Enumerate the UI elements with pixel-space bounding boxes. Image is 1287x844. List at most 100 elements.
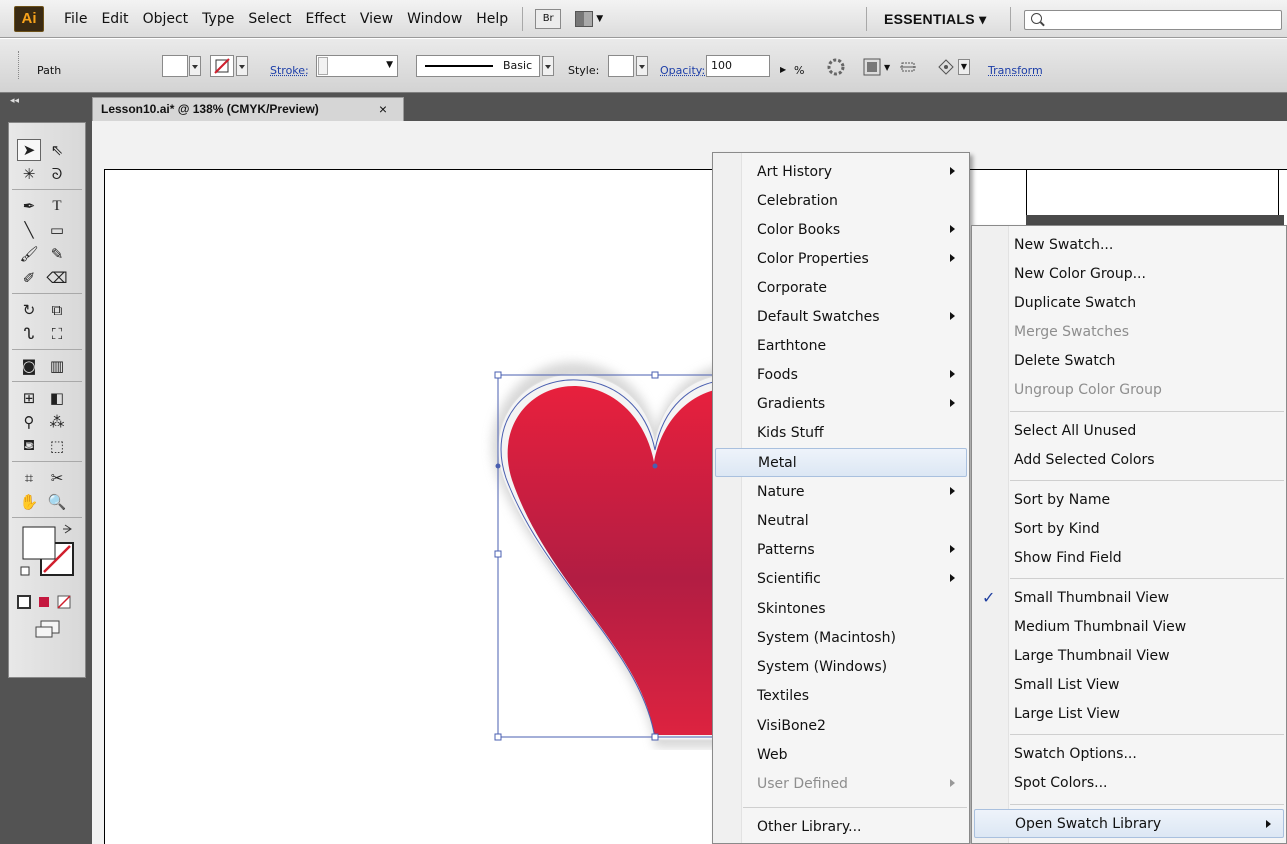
swatches-menu-small-list-view[interactable]: Small List View bbox=[974, 670, 1284, 699]
isolate-dropdown[interactable]: ▼ bbox=[958, 59, 970, 75]
bridge-button[interactable]: Br bbox=[535, 8, 562, 29]
library-item-default-swatches[interactable]: Default Swatches bbox=[715, 302, 967, 331]
rectangle-tool-icon[interactable]: ▭ bbox=[45, 219, 69, 241]
align-icon[interactable] bbox=[862, 57, 882, 77]
direct-selection-tool-icon[interactable]: ⇖ bbox=[45, 139, 69, 161]
help-search-input[interactable] bbox=[1024, 10, 1282, 30]
paintbrush-tool-icon[interactable]: 🖌 bbox=[17, 243, 41, 265]
library-item-visibone2[interactable]: VisiBone2 bbox=[715, 711, 967, 740]
swatches-menu-open-swatch-library[interactable]: Open Swatch Library bbox=[974, 809, 1284, 838]
library-item-celebration[interactable]: Celebration bbox=[715, 186, 967, 215]
style-dropdown[interactable] bbox=[636, 56, 648, 76]
swatches-menu-new-swatch[interactable]: New Swatch... bbox=[974, 230, 1284, 259]
library-item-kids-stuff[interactable]: Kids Stuff bbox=[715, 418, 967, 447]
brush-definition-field[interactable]: Basic bbox=[416, 55, 540, 77]
magic-wand-tool-icon[interactable]: ✳ bbox=[17, 163, 41, 185]
fill-color-swatch[interactable] bbox=[162, 55, 188, 77]
menu-select[interactable]: Select bbox=[248, 11, 291, 27]
gradient-tool-icon[interactable]: ◧ bbox=[45, 387, 69, 409]
library-item-metal[interactable]: Metal bbox=[715, 448, 967, 477]
menu-effect[interactable]: Effect bbox=[306, 11, 346, 27]
transform-options-icon[interactable] bbox=[898, 57, 918, 77]
stroke-panel-link[interactable]: Stroke: bbox=[270, 64, 309, 77]
fill-mode-gradient-icon[interactable] bbox=[39, 597, 49, 607]
library-item-gradients[interactable]: Gradients bbox=[715, 389, 967, 418]
recolor-artwork-icon[interactable] bbox=[826, 57, 846, 77]
zoom-tool-icon[interactable]: 🔍 bbox=[45, 491, 69, 513]
swatches-menu-large-thumbnail-view[interactable]: Large Thumbnail View bbox=[974, 641, 1284, 670]
library-item-earthtone[interactable]: Earthtone bbox=[715, 331, 967, 360]
opacity-panel-link[interactable]: Opacity: bbox=[660, 64, 705, 77]
library-item-color-books[interactable]: Color Books bbox=[715, 215, 967, 244]
library-item-color-properties[interactable]: Color Properties bbox=[715, 244, 967, 273]
swatches-menu-sort-by-name[interactable]: Sort by Name bbox=[974, 485, 1284, 514]
heart-artwork[interactable] bbox=[470, 350, 730, 750]
swatches-menu-sort-by-kind[interactable]: Sort by Kind bbox=[974, 514, 1284, 543]
blend-tool-icon[interactable]: ⁂ bbox=[45, 411, 69, 433]
library-item-skintones[interactable]: Skintones bbox=[715, 594, 967, 623]
swatches-menu-swatch-options[interactable]: Swatch Options... bbox=[974, 739, 1284, 768]
symbol-sprayer-tool-icon[interactable]: ◙ bbox=[17, 355, 41, 377]
swatches-menu-large-list-view[interactable]: Large List View bbox=[974, 699, 1284, 728]
line-segment-tool-icon[interactable]: ╲ bbox=[17, 219, 41, 241]
fill-dropdown[interactable] bbox=[189, 56, 201, 76]
fill-stroke-swatches[interactable] bbox=[19, 523, 79, 585]
swatches-menu-delete-swatch[interactable]: Delete Swatch bbox=[974, 346, 1284, 375]
swatches-menu-show-find-field[interactable]: Show Find Field bbox=[974, 543, 1284, 572]
mesh-tool-icon[interactable]: ⊞ bbox=[17, 387, 41, 409]
column-graph-tool-icon[interactable]: ▥ bbox=[45, 355, 69, 377]
free-transform-tool-icon[interactable]: ⛶ bbox=[45, 323, 69, 345]
swatches-menu-spot-colors[interactable]: Spot Colors... bbox=[974, 768, 1284, 797]
library-item-neutral[interactable]: Neutral bbox=[715, 506, 967, 535]
swatches-menu-duplicate-swatch[interactable]: Duplicate Swatch bbox=[974, 288, 1284, 317]
control-bar-grip[interactable] bbox=[18, 51, 20, 79]
menu-type[interactable]: Type bbox=[202, 11, 234, 27]
scale-tool-icon[interactable]: ⧉ bbox=[45, 299, 69, 321]
library-item-system-windows[interactable]: System (Windows) bbox=[715, 652, 967, 681]
menu-view[interactable]: View bbox=[360, 11, 393, 27]
swatches-menu-small-thumbnail-view[interactable]: Small Thumbnail View ✓ bbox=[974, 583, 1284, 612]
stroke-weight-spinner[interactable] bbox=[318, 57, 328, 75]
warp-tool-icon[interactable]: ᔐ bbox=[17, 323, 41, 345]
library-item-art-history[interactable]: Art History bbox=[715, 157, 967, 186]
heart-shape[interactable] bbox=[507, 385, 725, 735]
transform-panel-link[interactable]: Transform bbox=[988, 64, 1043, 77]
artboard-tool-icon[interactable]: ⌗ bbox=[17, 467, 41, 489]
eyedropper-tool-icon[interactable]: ⚲ bbox=[17, 411, 41, 433]
opacity-arrow-icon[interactable]: ▶ bbox=[780, 65, 786, 74]
selection-tool-icon[interactable]: ➤ bbox=[17, 139, 41, 161]
swatches-menu-add-selected-colors[interactable]: Add Selected Colors bbox=[974, 445, 1284, 474]
rotate-tool-icon[interactable]: ↻ bbox=[17, 299, 41, 321]
align-dropdown-icon[interactable]: ▼ bbox=[884, 63, 890, 72]
menu-object[interactable]: Object bbox=[143, 11, 189, 27]
collapse-panel-icon[interactable]: ◂◂ bbox=[10, 96, 19, 106]
stroke-color-swatch[interactable] bbox=[210, 55, 234, 77]
blob-brush-tool-icon[interactable]: ✐ bbox=[17, 267, 41, 289]
library-item-corporate[interactable]: Corporate bbox=[715, 273, 967, 302]
graphic-style-swatch[interactable] bbox=[608, 55, 634, 77]
close-tab-button[interactable]: × bbox=[379, 101, 387, 117]
library-item-foods[interactable]: Foods bbox=[715, 360, 967, 389]
slice-tool-icon[interactable]: ✂ bbox=[45, 467, 69, 489]
library-item-other-library[interactable]: Other Library... bbox=[715, 812, 967, 841]
menu-window[interactable]: Window bbox=[407, 11, 462, 27]
brush-dropdown[interactable] bbox=[542, 56, 554, 76]
library-item-web[interactable]: Web bbox=[715, 740, 967, 769]
pencil-tool-icon[interactable]: ✎ bbox=[45, 243, 69, 265]
lasso-tool-icon[interactable]: ᘐ bbox=[45, 163, 69, 185]
live-paint-selection-tool-icon[interactable]: ⬚ bbox=[45, 435, 69, 457]
arrange-documents-button[interactable]: ▼ bbox=[575, 10, 603, 27]
stroke-weight-field[interactable]: ▼ bbox=[316, 55, 398, 77]
menu-file[interactable]: File bbox=[64, 11, 87, 27]
swatches-menu-new-color-group[interactable]: New Color Group... bbox=[974, 259, 1284, 288]
opacity-field[interactable]: 100 bbox=[706, 55, 770, 77]
eraser-tool-icon[interactable]: ⌫ bbox=[45, 267, 69, 289]
screen-mode-icon[interactable] bbox=[33, 619, 63, 641]
fill-mode-color-icon[interactable] bbox=[17, 595, 31, 609]
menu-edit[interactable]: Edit bbox=[101, 11, 128, 27]
fill-mode-none-icon[interactable] bbox=[57, 595, 71, 609]
stroke-dropdown[interactable] bbox=[236, 56, 248, 76]
library-item-system-macintosh[interactable]: System (Macintosh) bbox=[715, 623, 967, 652]
library-item-scientific[interactable]: Scientific bbox=[715, 564, 967, 593]
type-tool-icon[interactable]: T bbox=[45, 195, 69, 217]
